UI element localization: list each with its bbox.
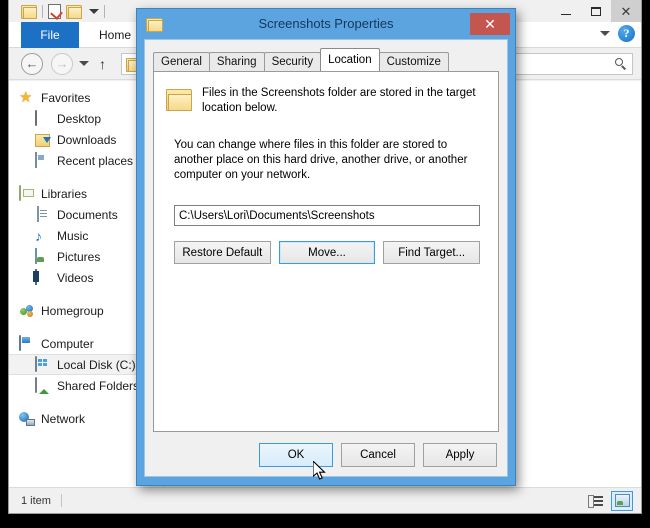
forward-icon: → (55, 56, 69, 71)
tab-security[interactable]: Security (263, 52, 322, 71)
dialog-close-button[interactable]: ✕ (470, 13, 510, 35)
status-left: 1 item (21, 494, 62, 507)
divider (104, 4, 105, 18)
find-target-button[interactable]: Find Target... (383, 241, 481, 264)
location-description: You can change where files in this folde… (174, 139, 468, 181)
help-icon[interactable]: ? (618, 25, 635, 42)
libraries-icon (19, 184, 35, 202)
chevron-down-icon[interactable] (79, 61, 89, 66)
star-icon: ★ (19, 88, 33, 106)
dialog-title-bar: Screenshots Properties ✕ (137, 9, 515, 39)
location-intro-text: Files in the Screenshots folder are stor… (202, 87, 476, 114)
back-button[interactable]: ← (21, 52, 43, 75)
target-path-input[interactable]: C:\Users\Lori\Documents\Screenshots (174, 205, 480, 226)
minimize-button[interactable] (551, 0, 581, 22)
videos-icon (35, 268, 51, 286)
screenshots-properties-dialog: Screenshots Properties ✕ General Sharing… (136, 8, 516, 486)
details-view-icon (587, 495, 603, 508)
folder-icon[interactable] (21, 3, 37, 19)
folder-icon (166, 87, 192, 111)
properties-icon[interactable] (48, 3, 63, 20)
close-button[interactable]: ✕ (611, 0, 641, 22)
sidebar-item-label: Pictures (57, 249, 101, 264)
disk-icon (35, 355, 51, 373)
sidebar-item-label: Videos (57, 270, 94, 285)
tab-location[interactable]: Location (320, 48, 380, 71)
window-controls: ✕ (551, 0, 641, 22)
sidebar-item-label: Local Disk (C:) (57, 357, 136, 372)
large-icons-view-button[interactable] (611, 490, 633, 511)
sidebar-item-label: Downloads (57, 132, 117, 147)
up-button[interactable]: ↑ (99, 56, 106, 72)
sidebar-item-label: Homegroup (41, 303, 104, 318)
status-bar: 1 item (9, 487, 641, 513)
item-count-label: 1 item (21, 494, 51, 507)
sidebar-item-label: Network (41, 411, 86, 426)
divider (42, 4, 43, 18)
close-icon: ✕ (620, 3, 632, 19)
documents-icon (35, 205, 51, 223)
target-path-value: C:\Users\Lori\Documents\Screenshots (179, 209, 375, 222)
location-intro: Files in the Screenshots folder are stor… (154, 72, 498, 116)
sidebar-item-label: Shared Folders (57, 378, 140, 393)
quick-access-toolbar (21, 3, 105, 20)
maximize-button[interactable] (581, 0, 611, 22)
forward-button[interactable]: → (51, 52, 73, 75)
location-action-buttons: Restore Default Move... Find Target... (174, 241, 481, 264)
pictures-icon (35, 247, 51, 265)
cancel-button[interactable]: Cancel (341, 443, 415, 467)
dialog-tab-bar: General Sharing Security Location Custom… (153, 48, 507, 71)
search-icon[interactable] (615, 58, 627, 70)
tab-sharing[interactable]: Sharing (208, 52, 265, 71)
sidebar-item-label: Desktop (57, 111, 102, 126)
sidebar-item-label: Documents (57, 207, 118, 222)
up-icon: ↑ (99, 55, 106, 72)
dialog-title: Screenshots Properties (258, 16, 394, 31)
details-view-button[interactable] (584, 491, 606, 511)
restore-default-button[interactable]: Restore Default (174, 241, 271, 264)
sidebar-item-label: Computer (41, 336, 94, 351)
ribbon-right-controls: ? (600, 25, 635, 42)
view-toggle-group (584, 490, 633, 511)
divider (60, 494, 62, 507)
tab-file[interactable]: File (21, 22, 79, 48)
shared-folders-icon (35, 376, 51, 394)
back-icon: ← (25, 56, 39, 71)
homegroup-icon (19, 303, 35, 319)
sidebar-item-label: Music (57, 228, 89, 243)
new-folder-icon[interactable] (66, 3, 82, 19)
network-icon (19, 411, 35, 427)
dialog-footer: OK Cancel Apply (259, 443, 497, 467)
close-icon: ✕ (484, 15, 496, 32)
move-button[interactable]: Move... (278, 241, 376, 264)
sidebar-item-label: Favorites (41, 90, 91, 105)
chevron-down-icon[interactable] (89, 8, 99, 14)
location-tab-page: Files in the Screenshots folder are stor… (153, 71, 499, 432)
ok-button[interactable]: OK (259, 443, 333, 467)
tab-general[interactable]: General (153, 52, 210, 71)
desktop-icon (35, 109, 51, 127)
tab-customize[interactable]: Customize (378, 52, 449, 71)
chevron-down-icon[interactable] (600, 31, 610, 36)
sidebar-item-label: Recent places (57, 153, 134, 168)
computer-icon (19, 334, 35, 352)
recent-places-icon (35, 151, 51, 169)
large-icons-view-icon (614, 494, 630, 507)
dialog-body: General Sharing Security Location Custom… (144, 39, 508, 477)
apply-button[interactable]: Apply (423, 443, 497, 467)
sidebar-item-label: Libraries (41, 186, 88, 201)
music-icon: ♪ (35, 227, 42, 244)
downloads-icon (35, 132, 51, 148)
